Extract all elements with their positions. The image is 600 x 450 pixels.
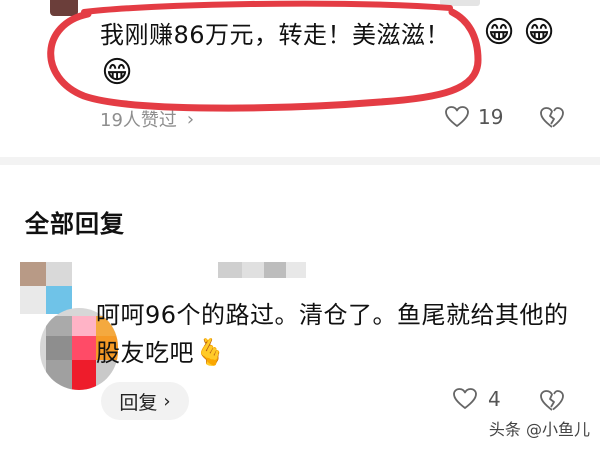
broken-heart-icon[interactable] (539, 106, 565, 130)
username[interactable] (440, 0, 480, 6)
divider (0, 157, 600, 165)
heart-icon (453, 388, 477, 409)
grinning-emoji: 😁 (101, 55, 133, 90)
broken-heart-icon[interactable] (539, 389, 565, 413)
grinning-emoji: 😁 (483, 15, 515, 50)
section-title: 全部回复 (25, 210, 125, 238)
comment-text-content: 我刚赚86万元，转走！美滋滋！ (100, 21, 451, 49)
like-button[interactable]: 19 (444, 105, 503, 129)
finger-heart-emoji: 🫰 (194, 338, 227, 368)
reply-button-label: 回复 (119, 391, 158, 414)
chevron-right-icon: › (186, 108, 195, 130)
watermark-text: 头条 @小鱼儿 (488, 420, 590, 439)
watermark: 头条 @小鱼儿 (489, 416, 590, 440)
avatar[interactable] (50, 0, 78, 16)
like-button[interactable]: 4 (452, 387, 501, 411)
grinning-emoji: 😁 (523, 15, 555, 50)
reply-text-content: 呵呵96个的路过。清仓了。鱼尾就给其他的股友吃吧 (96, 301, 569, 367)
chevron-right-icon: › (163, 390, 171, 412)
heart-icon (445, 106, 469, 127)
reply-text: 呵呵96个的路过。清仓了。鱼尾就给其他的股友吃吧🫰 (96, 296, 586, 372)
blurred-avatar[interactable] (20, 262, 98, 314)
reply-button[interactable]: 回复 › (101, 382, 189, 420)
comment-text: 我刚赚86万元，转走！美滋滋！ (100, 16, 520, 54)
like-count: 4 (488, 387, 501, 411)
likers-link[interactable]: 19人赞过 › (100, 106, 194, 132)
like-count: 19 (478, 105, 504, 129)
blurred-username[interactable] (218, 260, 308, 280)
likers-label: 19人赞过 (100, 110, 177, 131)
